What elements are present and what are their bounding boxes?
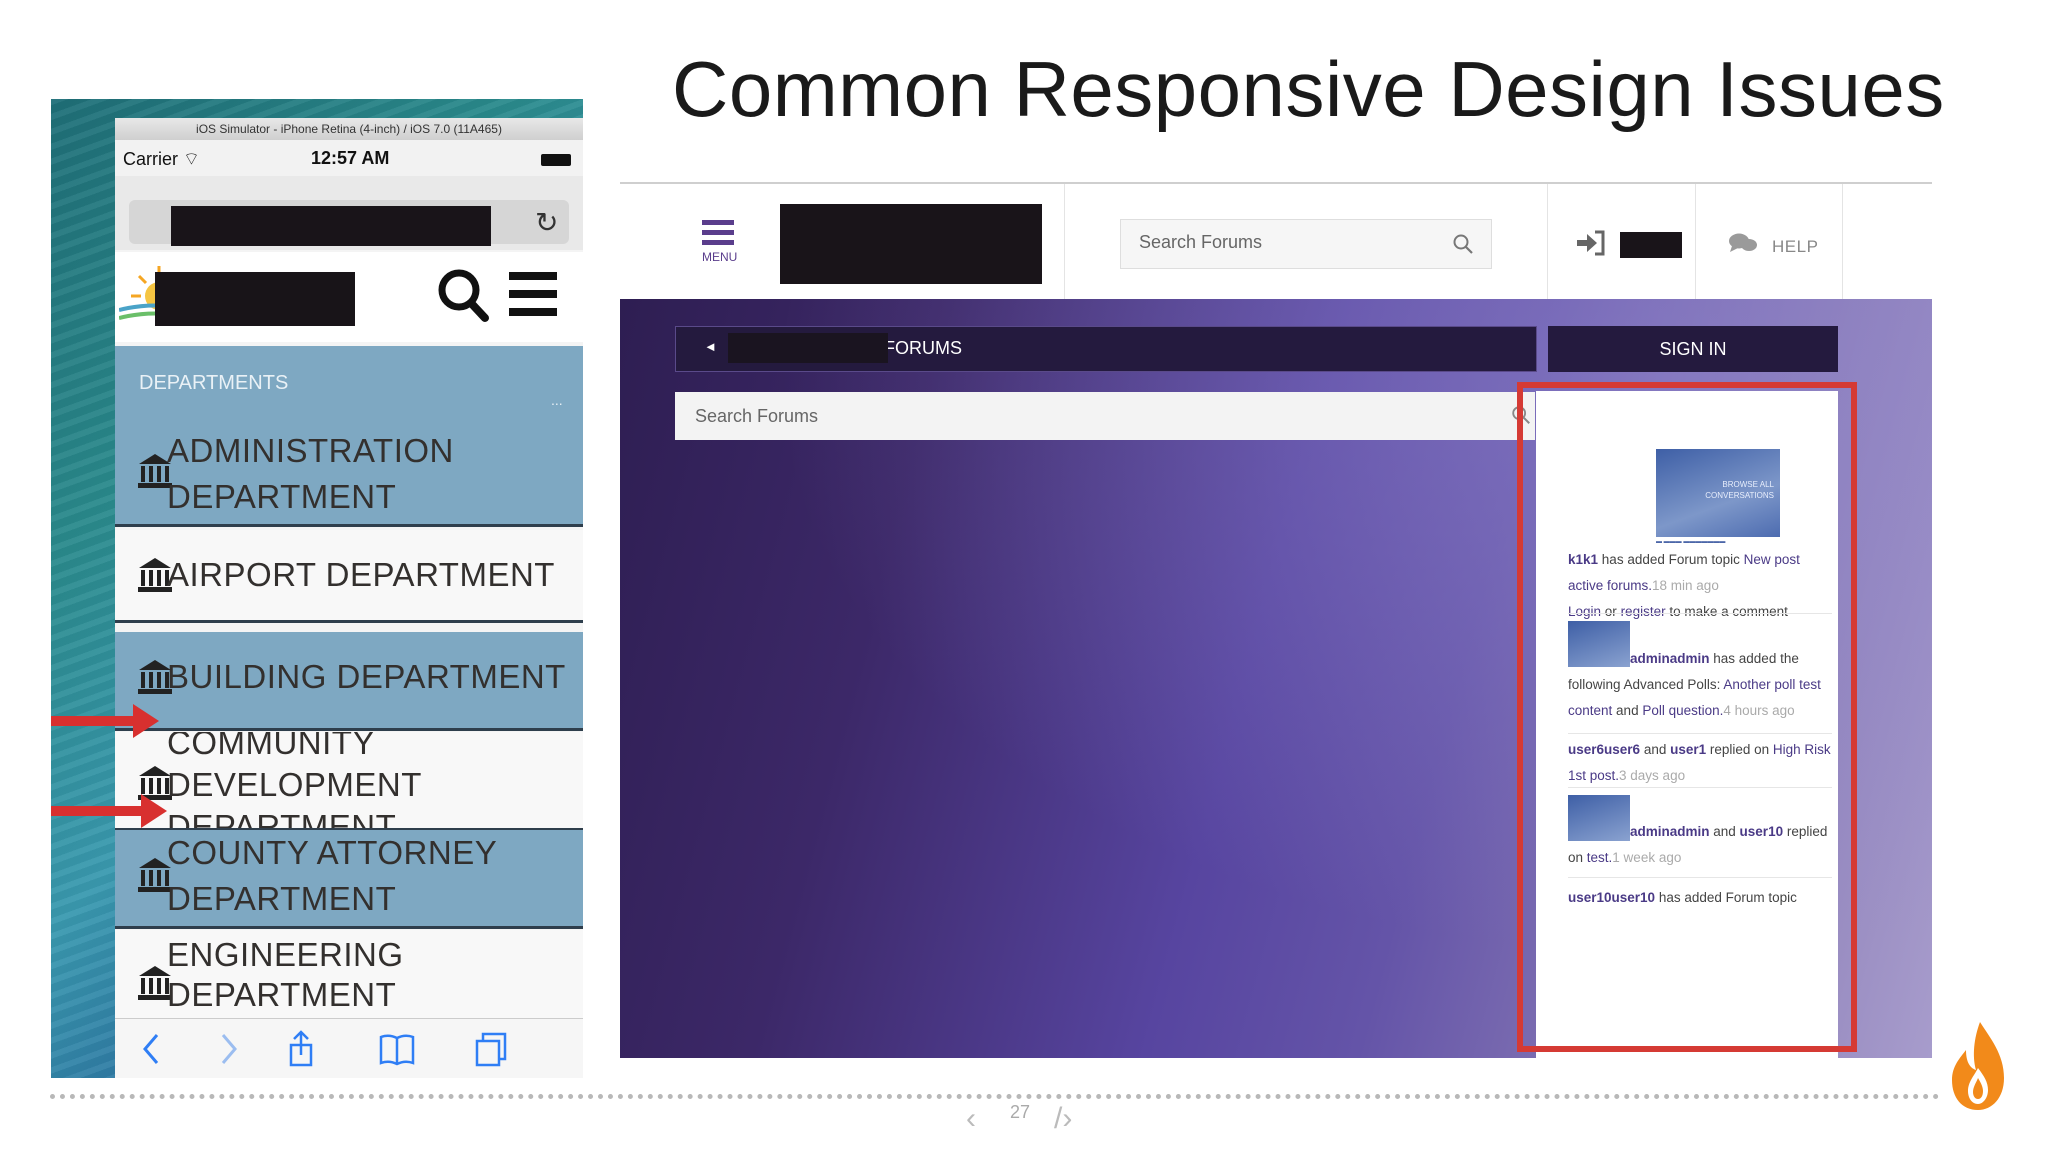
share-icon[interactable] <box>281 1029 321 1069</box>
redacted-url <box>171 206 491 246</box>
dept-label-line1: DEVELOPMENT <box>167 766 422 803</box>
flame-logo-icon <box>1952 1022 2004 1110</box>
menu-icon[interactable] <box>505 268 561 320</box>
login-icon[interactable] <box>1575 230 1605 256</box>
dept-item-administration[interactable]: ADMINISTRATION DEPARTMENT <box>115 428 583 527</box>
search-placeholder: Search Forums <box>695 406 819 426</box>
carrier-label: Carrier ⌔ <box>123 149 200 169</box>
iphone-simulator: iOS Simulator - iPhone Retina (4-inch) /… <box>115 118 583 1078</box>
slide-title: Common Responsive Design Issues <box>672 45 1945 133</box>
dept-item-engineering[interactable]: ENGINEERING DEPARTMENT <box>115 930 583 1026</box>
forward-icon[interactable] <box>207 1029 247 1069</box>
wifi-icon: ⌔ <box>183 149 200 169</box>
safari-toolbar <box>115 1018 583 1078</box>
desktop-site-header: MENU Search Forums HELP <box>620 184 1932 299</box>
forum-search-input[interactable]: Search Forums <box>675 392 1535 440</box>
menu-label: MENU <box>702 250 738 264</box>
menu-button[interactable]: MENU <box>702 220 742 276</box>
safari-address-area: n ↻ <box>115 176 583 250</box>
dept-label-line1: COUNTY ATTORNEY <box>167 834 498 871</box>
help-link[interactable]: HELP <box>1772 237 1818 257</box>
dept-label-line1: ADMINISTRATION <box>167 432 454 469</box>
dept-label-line2: DEPARTMENT <box>167 976 397 1013</box>
breadcrumb-bar[interactable]: ◄ FORUMS <box>675 326 1537 372</box>
dept-label-line2: DEPARTMENT <box>167 478 397 515</box>
footer-divider <box>50 1094 1940 1099</box>
dept-label-line2: DEPARTMENT <box>167 808 397 831</box>
forums-breadcrumb-label: FORUMS <box>884 338 962 358</box>
red-arrow-pointer <box>51 704 159 738</box>
chat-bubbles-icon <box>1729 233 1757 252</box>
departments-header-label: DEPARTMENTS <box>139 372 289 394</box>
departments-header[interactable]: DEPARTMENTS ... <box>115 346 583 428</box>
battery-icon <box>541 154 571 166</box>
simulator-title: iOS Simulator - iPhone Retina (4-inch) /… <box>115 118 583 140</box>
dept-item-building[interactable]: BUILDING DEPARTMENT <box>115 632 583 731</box>
dept-label-line2: DEPARTMENT <box>167 880 397 917</box>
status-time: 12:57 AM <box>311 148 390 168</box>
search-icon[interactable] <box>433 260 493 330</box>
redacted-breadcrumb <box>728 333 888 363</box>
redacted-logo <box>155 272 355 326</box>
dept-label-line1: BUILDING DEPARTMENT <box>167 658 566 695</box>
dept-label-line0: COMMUNITY <box>167 732 375 761</box>
bookmarks-icon[interactable] <box>377 1029 417 1069</box>
site-header <box>115 252 583 342</box>
dept-item-county-attorney[interactable]: COUNTY ATTORNEY DEPARTMENT <box>115 830 583 929</box>
dept-item-airport[interactable]: AIRPORT DEPARTMENT <box>115 530 583 623</box>
redacted-login-label[interactable] <box>1620 232 1682 258</box>
sign-in-button[interactable]: SIGN IN <box>1548 326 1838 372</box>
prev-page-icon[interactable]: ‹ <box>966 1102 976 1136</box>
search-placeholder: Search Forums <box>1139 232 1263 252</box>
tabs-icon[interactable] <box>471 1029 511 1069</box>
next-page-icon[interactable]: /› <box>1054 1102 1072 1136</box>
red-arrow-pointer <box>51 794 167 828</box>
highlight-box <box>1517 382 1857 1052</box>
page-number: 27 <box>1010 1102 1031 1122</box>
reload-icon[interactable]: ↻ <box>535 206 558 239</box>
dept-item-community-development[interactable]: COMMUNITY DEVELOPMENT DEPARTMENT <box>115 732 583 831</box>
phone-screenshot: iOS Simulator - iPhone Retina (4-inch) /… <box>51 99 583 1078</box>
more-icon: ... <box>551 392 563 408</box>
back-arrow-icon[interactable]: ◄ <box>704 339 717 354</box>
back-icon[interactable] <box>133 1029 173 1069</box>
redacted-logo <box>780 204 1042 284</box>
search-icon[interactable] <box>1451 232 1475 256</box>
dept-label-line1: AIRPORT DEPARTMENT <box>167 556 555 593</box>
search-input[interactable]: Search Forums <box>1120 219 1492 269</box>
status-bar: Carrier ⌔ 12:57 AM <box>115 140 583 176</box>
hamburger-icon <box>702 220 742 245</box>
